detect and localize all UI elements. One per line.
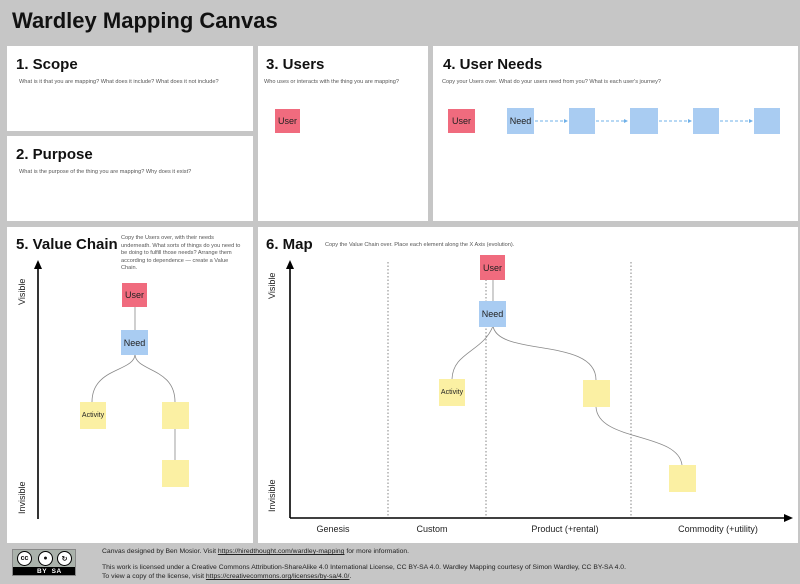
footer-license: This work is licensed under a Creative C…: [102, 564, 626, 571]
hiredthought-link[interactable]: https://hiredthought.com/wardley-mapping: [218, 548, 345, 555]
creative-commons-link[interactable]: https://creativecommons.org/licenses/by-…: [206, 573, 350, 580]
component-sticky-note[interactable]: [583, 380, 610, 407]
component-sticky-note[interactable]: [162, 460, 189, 487]
evolution-custom-label: Custom: [416, 524, 448, 534]
cc-sa-label: SA: [51, 568, 62, 575]
value-chain-visible-label: Visible: [17, 278, 27, 305]
user-sticky-note[interactable]: User: [480, 255, 505, 280]
cc-badge-label: BY SA: [37, 568, 62, 575]
activity-sticky-note[interactable]: Activity: [80, 402, 106, 429]
purpose-description: What is the purpose of the thing you are…: [19, 169, 192, 175]
map-diagram: [286, 260, 793, 522]
purpose-panel: 2. Purpose What is the purpose of the th…: [7, 136, 253, 221]
footer-credit: Canvas designed by Ben Mosior. Visit htt…: [102, 548, 409, 555]
share-alike-icon: ↻: [57, 551, 72, 566]
footer-license-link-suffix: .: [349, 573, 352, 580]
users-heading: 3. Users: [266, 56, 325, 73]
footer-credit-text: Canvas designed by Ben Mosior. Visit: [102, 548, 218, 555]
user-sticky-note[interactable]: User: [122, 283, 147, 307]
map-visible-label: Visible: [267, 272, 277, 299]
scope-description: What is it that you are mapping? What do…: [19, 79, 219, 85]
footer-license-link-text: To view a copy of the license, visit: [102, 573, 206, 580]
scope-panel: 1. Scope What is it that you are mapping…: [7, 46, 253, 131]
scope-heading: 1. Scope: [16, 56, 78, 73]
evolution-commodity-label: Commodity (+utility): [678, 524, 758, 534]
evolution-product-label: Product (+rental): [531, 524, 599, 534]
users-panel: 3. Users Who uses or interacts with the …: [258, 46, 428, 221]
canvas-title: Wardley Mapping Canvas: [12, 8, 278, 33]
user-sticky-note[interactable]: User: [275, 109, 300, 133]
need-sticky-note[interactable]: Need: [479, 301, 506, 327]
value-chain-diagram: [34, 260, 176, 519]
cc-by-label: BY: [37, 568, 48, 575]
activity-sticky-note[interactable]: Activity: [439, 379, 465, 406]
map-panel: 6. Map Copy the Value Chain over. Place …: [258, 227, 798, 543]
component-sticky-note[interactable]: [669, 465, 696, 492]
value-chain-invisible-label: Invisible: [17, 481, 27, 514]
user-needs-panel: 4. User Needs Copy your Users over. What…: [433, 46, 798, 221]
cc-license-badge[interactable]: cc ● ↻ BY SA: [12, 549, 76, 576]
attribution-icon: ●: [38, 551, 53, 566]
users-description: Who uses or interacts with the thing you…: [264, 79, 399, 85]
map-invisible-label: Invisible: [267, 479, 277, 512]
footer-license-link-line: To view a copy of the license, visit htt…: [102, 573, 351, 580]
value-chain-panel: 5. Value Chain Copy the Users over, with…: [7, 227, 253, 543]
purpose-heading: 2. Purpose: [16, 146, 93, 163]
cc-icon: cc: [17, 551, 32, 566]
footer-credit-suffix: for more information.: [344, 548, 410, 555]
component-sticky-note[interactable]: [162, 402, 189, 429]
journey-step-note[interactable]: [630, 108, 658, 134]
journey-arrows: [535, 119, 753, 123]
need-sticky-note[interactable]: Need: [121, 330, 148, 355]
